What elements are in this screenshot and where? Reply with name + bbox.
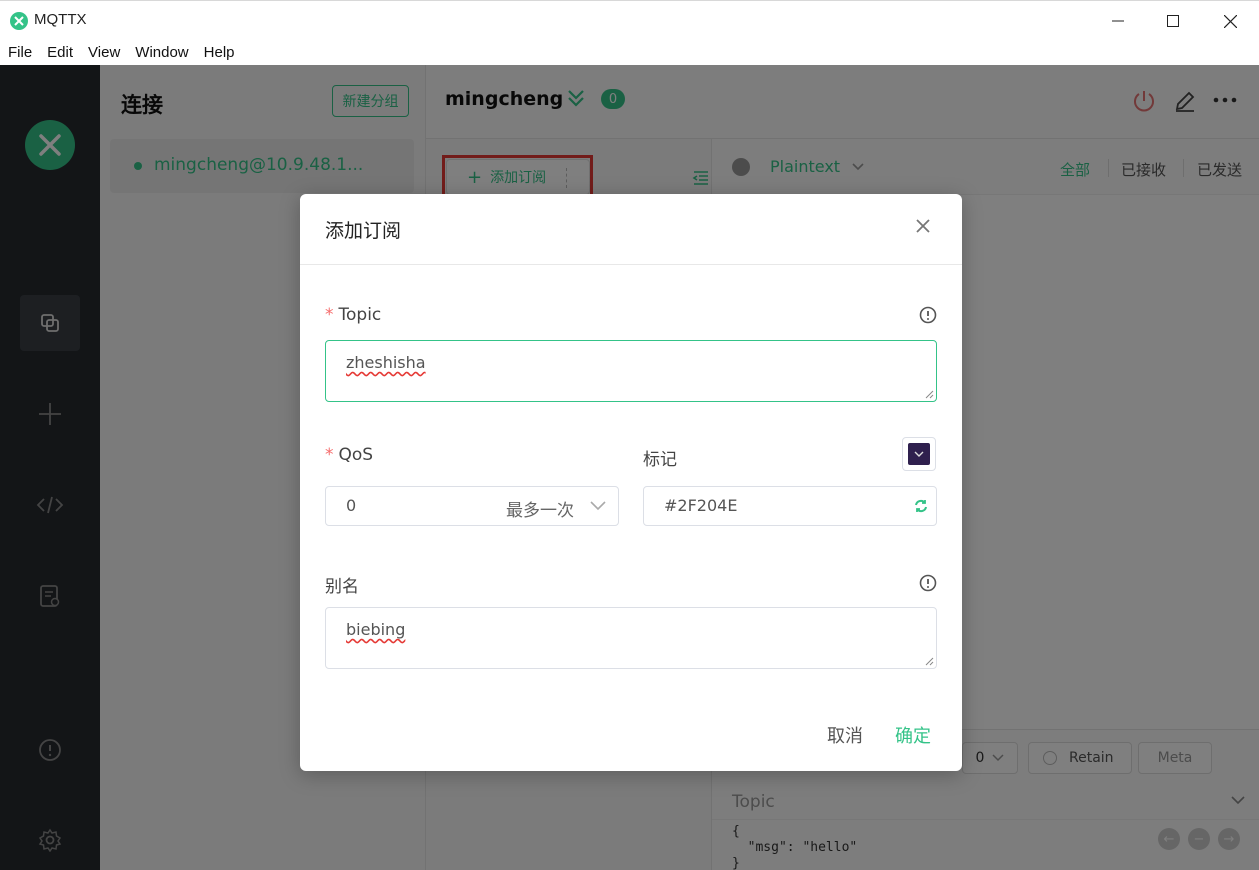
chevron-down-icon: [590, 501, 606, 511]
menu-window[interactable]: Window: [135, 44, 188, 61]
refresh-icon[interactable]: [914, 499, 928, 513]
mark-label: 标记: [643, 450, 677, 470]
qos-select-desc: 最多一次: [506, 501, 574, 521]
alias-input-value: biebing: [346, 620, 406, 639]
maximize-button[interactable]: [1150, 7, 1196, 35]
required-mark: *: [325, 305, 334, 325]
qos-label: * QoS: [325, 445, 373, 465]
chevron-down-icon: [914, 451, 924, 457]
minimize-button[interactable]: [1095, 7, 1141, 35]
add-subscription-dialog: 添加订阅 * Topic zheshisha * QoS 0 最多一次 标记 #2F…: [300, 194, 962, 771]
menu-file[interactable]: File: [8, 44, 32, 61]
topic-label-text: Topic: [338, 305, 382, 325]
mark-color-value: #2F204E: [664, 496, 738, 515]
qos-label-text: QoS: [338, 445, 374, 465]
topic-input-value: zheshisha: [346, 353, 426, 372]
required-mark: *: [325, 445, 334, 465]
app-logo-icon: [10, 12, 28, 30]
close-window-button[interactable]: [1207, 7, 1253, 35]
alias-label: 别名: [325, 577, 359, 597]
topic-input[interactable]: zheshisha: [325, 340, 937, 402]
title-bar: MQTTX: [0, 0, 1259, 40]
topic-label: * Topic: [325, 305, 381, 325]
menu-help[interactable]: Help: [204, 44, 235, 61]
alias-input[interactable]: biebing: [325, 607, 937, 669]
qos-select[interactable]: 0 最多一次: [325, 486, 619, 526]
dialog-divider: [300, 264, 962, 265]
info-icon[interactable]: [919, 306, 937, 324]
mark-color-input[interactable]: #2F204E: [643, 486, 937, 526]
qos-select-value: 0: [346, 496, 357, 515]
cancel-button[interactable]: 取消: [827, 722, 863, 748]
close-icon[interactable]: [916, 219, 930, 233]
color-picker[interactable]: [902, 437, 936, 471]
resize-grip-icon[interactable]: [924, 389, 934, 399]
menu-edit[interactable]: Edit: [47, 44, 73, 61]
menu-view[interactable]: View: [88, 44, 120, 61]
window-title: MQTTX: [34, 11, 87, 28]
resize-grip-icon[interactable]: [924, 656, 934, 666]
menu-bar: File Edit View Window Help: [0, 40, 1259, 65]
info-icon[interactable]: [919, 574, 937, 592]
confirm-button[interactable]: 确定: [895, 722, 931, 748]
color-swatch: [908, 443, 930, 465]
dialog-title: 添加订阅: [325, 220, 402, 242]
